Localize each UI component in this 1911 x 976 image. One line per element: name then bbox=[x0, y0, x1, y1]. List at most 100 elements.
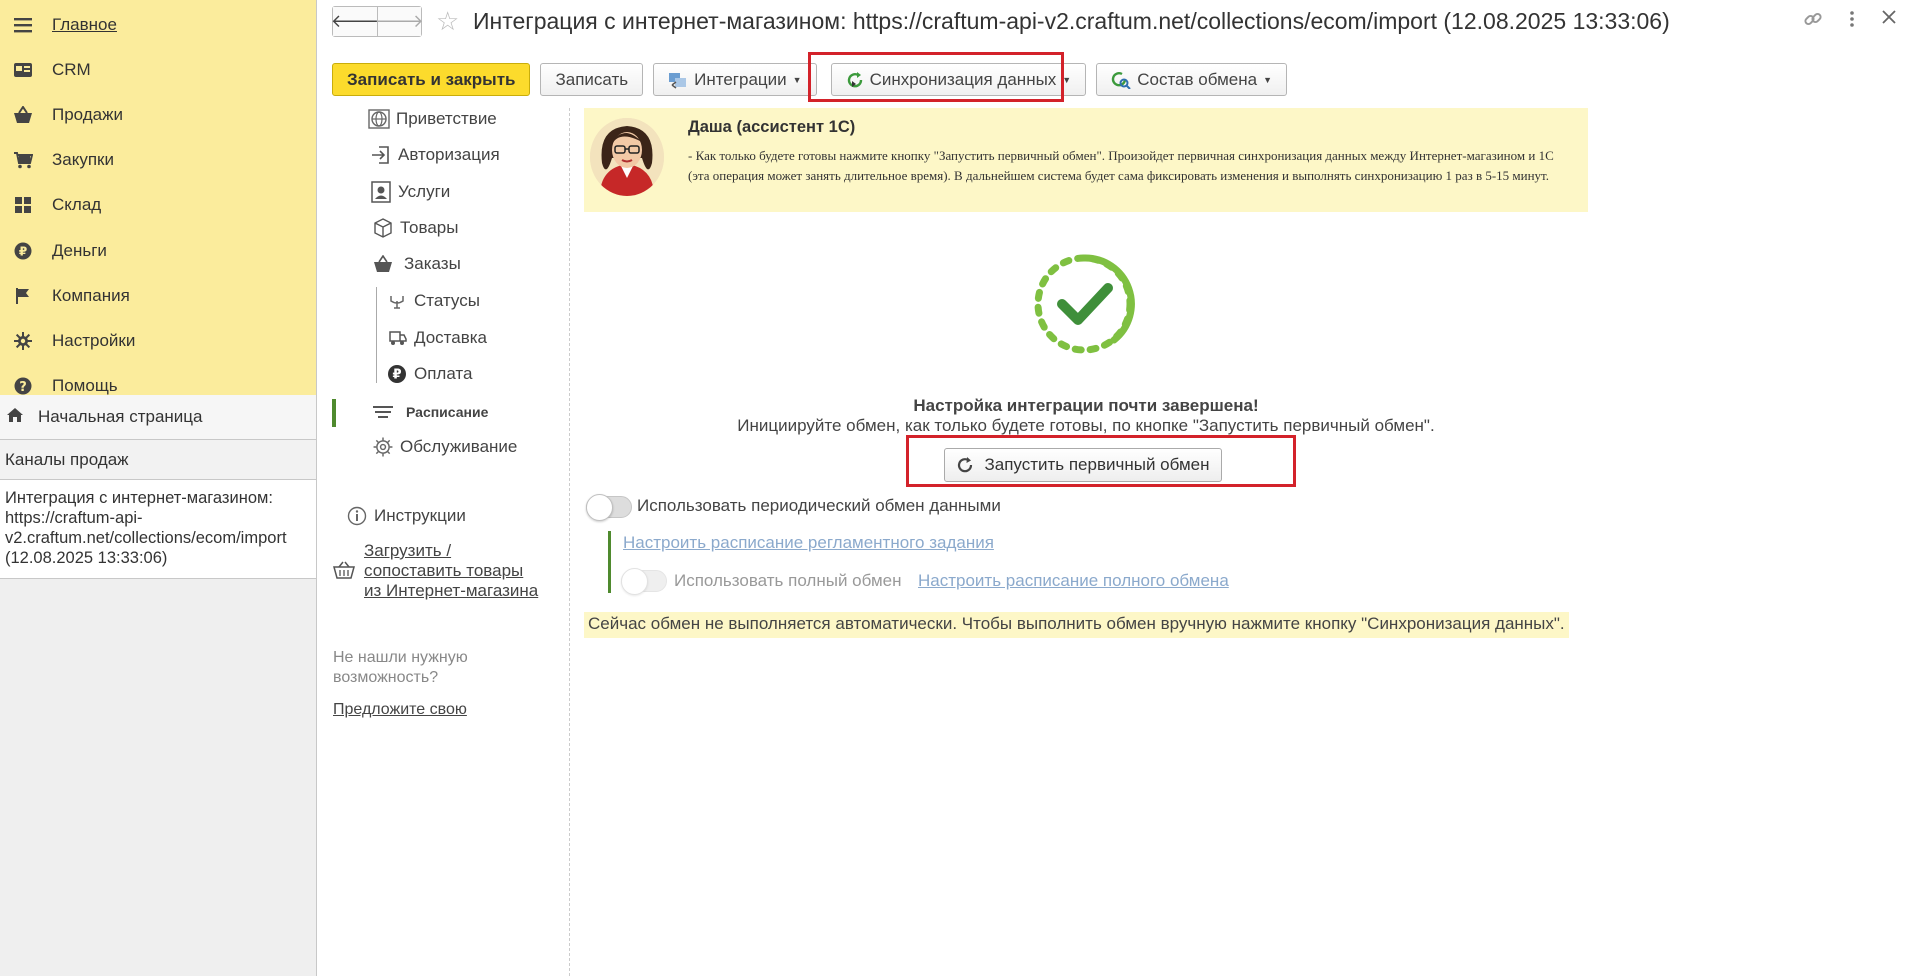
run-initial-exchange-button[interactable]: Запустить первичный обмен bbox=[944, 448, 1222, 482]
page-title: Интеграция с интернет-магазином: https:/… bbox=[473, 8, 1670, 34]
sync-icon bbox=[846, 71, 864, 89]
schedule-task-link[interactable]: Настроить расписание регламентного задан… bbox=[623, 533, 994, 553]
navigation-buttons: 🡐 🡒 bbox=[331, 6, 424, 37]
nav-maintenance[interactable]: Обслуживание bbox=[372, 436, 517, 458]
nav-orders[interactable]: Заказы bbox=[372, 253, 461, 275]
basket-sync-icon bbox=[332, 560, 356, 582]
exchange-notice: Сейчас обмен не выполняется автоматическ… bbox=[584, 612, 1569, 638]
upload-link-line-3[interactable]: из Интернет-магазина bbox=[364, 581, 538, 601]
flag-icon bbox=[12, 285, 34, 307]
basket-icon bbox=[12, 104, 34, 126]
sync-data-menu-button[interactable]: Синхронизация данных ▼ bbox=[830, 63, 1087, 96]
not-found-line-1: Не нашли нужную bbox=[333, 649, 468, 666]
more-vertical-icon[interactable] bbox=[1849, 9, 1855, 35]
nav-services[interactable]: Услуги bbox=[370, 181, 450, 203]
upload-link-line-2[interactable]: сопоставить товары bbox=[364, 561, 538, 581]
help-icon: ? bbox=[12, 375, 34, 397]
box-icon bbox=[372, 217, 394, 239]
home-page-link[interactable]: Начальная страница bbox=[0, 395, 316, 440]
menu-item-sales[interactable]: Продажи bbox=[0, 92, 316, 137]
menu-item-money[interactable]: ₽ Деньги bbox=[0, 228, 316, 273]
options-group-bar bbox=[608, 531, 611, 593]
hamburger-icon bbox=[12, 14, 34, 36]
nav-maintenance-label: Обслуживание bbox=[400, 437, 518, 456]
refresh-icon bbox=[956, 456, 974, 474]
sales-channels-link[interactable]: Каналы продаж bbox=[0, 440, 316, 480]
menu-item-label: Склад bbox=[52, 195, 102, 215]
full-exchange-toggle[interactable] bbox=[621, 568, 667, 595]
forward-button[interactable]: 🡒 bbox=[375, 7, 424, 36]
favorite-star-icon[interactable]: ☆ bbox=[436, 6, 459, 37]
nav-upload-goods[interactable]: Загрузить / сопоставить товары из Интерн… bbox=[332, 541, 538, 601]
panel-divider bbox=[569, 108, 570, 976]
sales-channels-label: Каналы продаж bbox=[5, 449, 129, 469]
exchange-content-icon bbox=[1111, 71, 1131, 89]
nav-statuses[interactable]: Статусы bbox=[386, 290, 480, 312]
nav-schedule[interactable]: Расписание bbox=[372, 401, 488, 423]
exchange-content-label: Состав обмена bbox=[1137, 69, 1258, 89]
menu-item-warehouse[interactable]: Склад bbox=[0, 183, 316, 228]
upload-link-line-1[interactable]: Загрузить / bbox=[364, 541, 538, 561]
menu-item-purchases[interactable]: Закупки bbox=[0, 138, 316, 183]
command-bar: Записать и закрыть Записать Интеграции ▼… bbox=[332, 63, 1287, 96]
main-menu: Главное CRM Продажи Закупки Склад ₽ День… bbox=[0, 0, 316, 395]
menu-item-label: Помощь bbox=[52, 376, 118, 396]
arrow-right-icon: 🡒 bbox=[375, 11, 424, 31]
periodic-exchange-toggle[interactable] bbox=[586, 494, 632, 521]
save-label: Записать bbox=[555, 69, 629, 89]
suggest-feature-link[interactable]: Предложите свою bbox=[333, 701, 467, 719]
toggle-knob bbox=[586, 494, 613, 521]
periodic-exchange-label: Использовать периодический обмен данными bbox=[637, 496, 1001, 515]
menu-item-crm[interactable]: CRM bbox=[0, 47, 316, 92]
sync-data-label: Синхронизация данных bbox=[869, 69, 1057, 89]
menu-item-company[interactable]: Компания bbox=[0, 273, 316, 318]
nav-delivery[interactable]: Доставка bbox=[386, 327, 487, 349]
close-icon[interactable] bbox=[1881, 9, 1897, 35]
nav-goods-label: Товары bbox=[400, 218, 459, 237]
save-button[interactable]: Записать bbox=[540, 63, 644, 96]
open-window-item[interactable]: Интеграция с интернет-магазином: https:/… bbox=[0, 480, 316, 579]
back-button[interactable]: 🡐 bbox=[331, 7, 379, 36]
nav-welcome-label: Приветствие bbox=[396, 109, 497, 128]
chevron-down-icon: ▼ bbox=[792, 74, 802, 85]
toggle-knob bbox=[621, 568, 648, 595]
nav-payment[interactable]: ₽ Оплата bbox=[386, 363, 472, 385]
nav-instructions-label: Инструкции bbox=[374, 506, 466, 525]
not-found-hint: Не нашли нужную возможность? bbox=[333, 648, 468, 688]
assistant-banner: Даша (ассистент 1С) - Как только будете … bbox=[584, 108, 1588, 212]
save-and-close-button[interactable]: Записать и закрыть bbox=[332, 63, 531, 96]
exchange-content-menu-button[interactable]: Состав обмена ▼ bbox=[1096, 63, 1287, 96]
chevron-down-icon: ▼ bbox=[1263, 74, 1272, 85]
nav-schedule-label: Расписание bbox=[406, 404, 489, 420]
assistant-name: Даша (ассистент 1С) bbox=[688, 118, 856, 136]
menu-item-settings[interactable]: Настройки bbox=[0, 318, 316, 363]
nav-instructions[interactable]: Инструкции bbox=[346, 505, 466, 527]
menu-item-label: Настройки bbox=[52, 330, 136, 350]
menu-item-label: Закупки bbox=[52, 150, 114, 170]
nav-welcome[interactable]: Приветствие bbox=[368, 108, 497, 130]
menu-item-label: Главное bbox=[52, 14, 117, 34]
link-icon[interactable] bbox=[1803, 9, 1823, 35]
warehouse-icon bbox=[12, 194, 34, 216]
full-exchange-label: Использовать полный обмен bbox=[674, 571, 902, 590]
basket-icon bbox=[372, 253, 394, 275]
check-progress-icon bbox=[1032, 252, 1136, 356]
nav-payment-label: Оплата bbox=[414, 364, 473, 383]
full-exchange-schedule-link[interactable]: Настроить расписание полного обмена bbox=[918, 571, 1229, 591]
home-page-label: Начальная страница bbox=[38, 407, 203, 426]
integrations-menu-button[interactable]: Интеграции ▼ bbox=[653, 63, 817, 96]
not-found-line-2: возможность? bbox=[333, 669, 439, 686]
status-title: Настройка интеграции почти завершена! bbox=[913, 396, 1259, 415]
run-initial-exchange-label: Запустить первичный обмен bbox=[984, 455, 1210, 474]
save-and-close-label: Записать и закрыть bbox=[347, 69, 516, 89]
ruble-icon: ₽ bbox=[386, 363, 408, 385]
menu-item-main[interactable]: Главное bbox=[0, 2, 316, 47]
integrations-label: Интеграции bbox=[694, 69, 787, 89]
menu-item-label: Продажи bbox=[52, 104, 123, 124]
assistant-message: - Как только будете готовы нажмите кнопк… bbox=[688, 148, 1554, 183]
info-icon bbox=[346, 505, 368, 527]
truck-icon bbox=[386, 327, 408, 349]
menu-item-label: CRM bbox=[52, 59, 91, 79]
nav-authorization[interactable]: Авторизация bbox=[370, 144, 500, 166]
nav-goods[interactable]: Товары bbox=[372, 217, 458, 239]
